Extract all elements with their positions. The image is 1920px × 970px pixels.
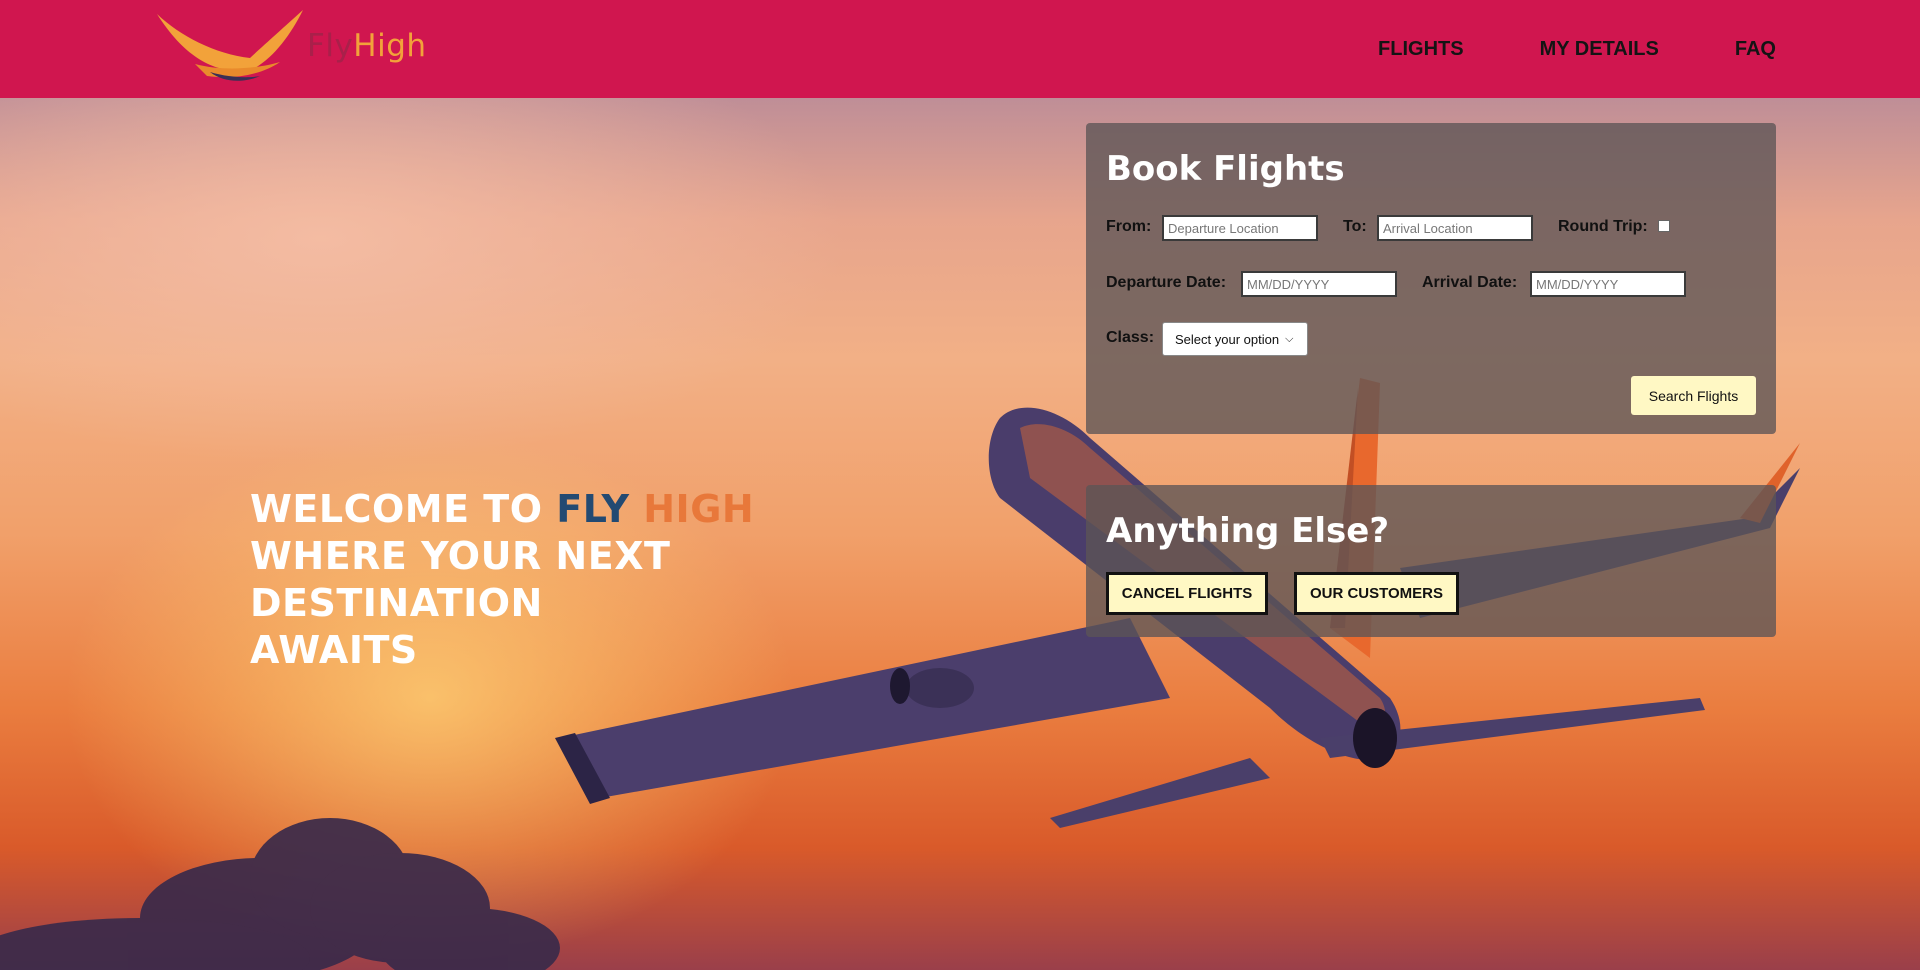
welcome-line-3: AWAITS [250, 628, 418, 672]
brand-name-fly: Fly [307, 28, 354, 64]
departure-date-label: Departure Date: [1106, 274, 1227, 291]
our-customers-button[interactable]: OUR CUSTOMERS [1294, 572, 1459, 615]
cancel-flights-button[interactable]: CANCEL FLIGHTS [1106, 572, 1268, 615]
round-trip-checkbox[interactable] [1658, 220, 1670, 232]
arrival-date-input[interactable] [1530, 271, 1686, 297]
nav-link-my-details[interactable]: MY DETAILS [1540, 38, 1659, 61]
anything-else-title: Anything Else? [1106, 511, 1390, 551]
welcome-heading: WELCOME TO FLY HIGH WHERE YOUR NEXT DEST… [250, 486, 950, 674]
book-flights-title: Book Flights [1106, 149, 1345, 189]
anything-else-panel: Anything Else? CANCEL FLIGHTS OUR CUSTOM… [1086, 485, 1776, 637]
nav-link-flights[interactable]: FLIGHTS [1378, 38, 1464, 61]
main-nav: FLIGHTS MY DETAILS FAQ [1378, 0, 1776, 98]
brand-logo[interactable]: FlyHigh [155, 6, 427, 86]
round-trip-label: Round Trip: [1558, 218, 1648, 235]
wing-logo-icon [157, 10, 303, 81]
departure-location-input[interactable] [1162, 215, 1318, 241]
class-select-value: Select your option [1175, 331, 1280, 347]
brand-name-high: High [353, 28, 427, 64]
brand-wordmark: FlyHigh [307, 28, 427, 64]
departure-date-input[interactable] [1241, 271, 1397, 297]
welcome-brand-fly: FLY [556, 487, 630, 531]
nav-link-faq[interactable]: FAQ [1735, 38, 1776, 61]
welcome-brand-high: HIGH [643, 487, 755, 531]
class-label: Class: [1106, 329, 1155, 346]
welcome-line-2: WHERE YOUR NEXT DESTINATION [250, 534, 671, 625]
arrival-date-label: Arrival Date: [1422, 274, 1518, 291]
search-flights-button[interactable]: Search Flights [1631, 376, 1756, 415]
from-label: From: [1106, 218, 1152, 235]
welcome-prefix: WELCOME TO [250, 487, 557, 531]
class-select[interactable]: Select your option ⌵ [1162, 322, 1308, 356]
arrival-location-input[interactable] [1377, 215, 1533, 241]
site-header: FlyHigh FLIGHTS MY DETAILS FAQ [0, 0, 1920, 98]
chevron-down-icon: ⌵ [1285, 332, 1294, 345]
to-label: To: [1343, 218, 1367, 235]
book-flights-panel: Book Flights From: To: Round Trip: Depar… [1086, 123, 1776, 434]
